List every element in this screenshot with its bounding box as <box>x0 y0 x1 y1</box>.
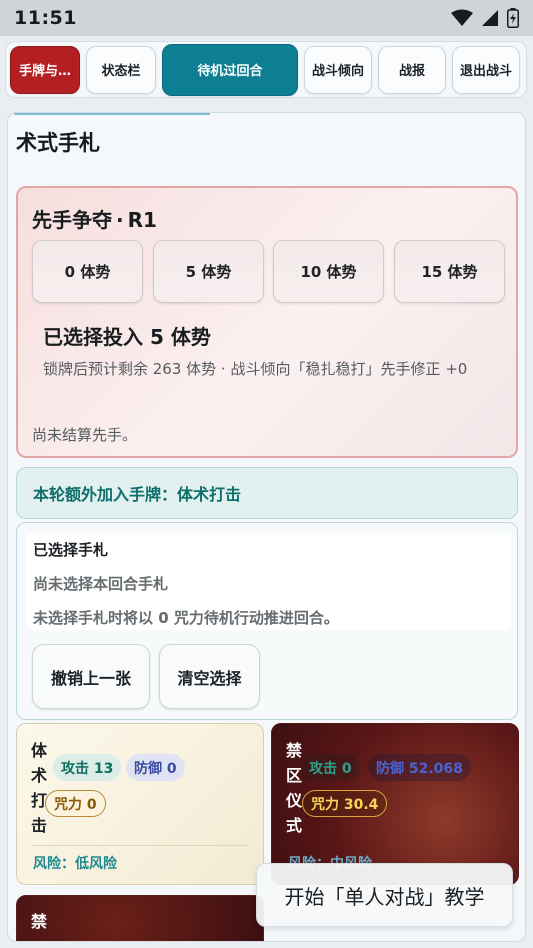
tab-battle-tendency[interactable]: 战斗倾向 <box>304 45 372 94</box>
hand-card[interactable]: 体术打击 攻击 13 防御 0 咒力 0 风险：低风险 <box>16 723 264 885</box>
tab-standby-turn[interactable]: 待机过回合 <box>162 43 298 96</box>
panel-progress-line <box>14 113 210 115</box>
signal-icon <box>482 10 498 26</box>
tab-battle-report[interactable]: 战报 <box>378 45 446 94</box>
tutorial-toast: 开始「单人对战」教学 <box>256 863 513 927</box>
selected-cards-hint: 未选择手札时将以 0 咒力待机行动推进回合。 <box>33 609 339 627</box>
card-name: 体术打击 <box>31 741 48 835</box>
clear-selection-button[interactable]: 清空选择 <box>159 644 260 709</box>
card-name: 禁 <box>31 912 48 931</box>
card-attack-badge: 攻击 0 <box>301 754 360 781</box>
initiative-note: 尚未结算先手。 <box>32 426 138 444</box>
selected-cards-title: 已选择手札 <box>33 541 109 559</box>
selected-cards-box: 已选择手札 尚未选择本回合手札 未选择手札时将以 0 咒力待机行动推进回合。 撤… <box>16 522 518 720</box>
initiative-selected-text: 已选择投入 5 体势 <box>43 325 211 349</box>
extra-hand-notice: 本轮额外加入手牌：体术打击 <box>16 467 518 519</box>
action-tab-bar: 手牌与… 状态栏 待机过回合 战斗倾向 战报 退出战斗 <box>5 41 527 98</box>
tab-hand[interactable]: 手牌与… <box>10 45 80 94</box>
panel-title: 术式手札 <box>16 131 100 155</box>
tab-status[interactable]: 状态栏 <box>86 45 156 94</box>
initiative-title-sep: · <box>116 208 124 232</box>
initiative-option-0[interactable]: 0 体势 <box>32 240 143 303</box>
card-risk: 风险：低风险 <box>33 856 117 872</box>
hand-panel: 术式手札 先手争夺 · R1 0 体势 5 体势 10 体势 15 体势 已选择投入… <box>7 112 526 942</box>
initiative-description: 锁牌后预计剩余 263 体势 · 战斗倾向「稳扎稳打」先手修正 +0 <box>43 360 468 378</box>
selected-cards-info: 已选择手札 尚未选择本回合手札 未选择手札时将以 0 咒力待机行动推进回合。 <box>27 533 511 630</box>
card-defense-badge: 防御 0 <box>126 754 185 781</box>
status-bar: 11:51 <box>0 0 533 36</box>
initiative-round: R1 <box>127 208 157 232</box>
initiative-card: 先手争夺 · R1 0 体势 5 体势 10 体势 15 体势 已选择投入 5 体势… <box>16 186 518 458</box>
card-power-badge: 咒力 0 <box>45 790 106 817</box>
card-divider <box>31 845 249 846</box>
card-attack-badge: 攻击 13 <box>53 754 122 781</box>
wifi-icon <box>451 9 473 26</box>
card-defense-badge: 防御 52.068 <box>368 754 471 781</box>
initiative-title-main: 先手争夺 <box>32 208 112 232</box>
system-icons <box>451 8 519 28</box>
initiative-title: 先手争夺 · R1 <box>32 204 157 233</box>
battery-icon <box>507 8 519 28</box>
card-power-badge: 咒力 30.4 <box>302 790 388 817</box>
initiative-option-10[interactable]: 10 体势 <box>273 240 384 303</box>
tab-exit-battle[interactable]: 退出战斗 <box>452 45 520 94</box>
hand-card-partial[interactable]: 禁 <box>16 895 264 941</box>
initiative-option-15[interactable]: 15 体势 <box>394 240 505 303</box>
hand-card[interactable]: 禁区仪式 攻击 0 防御 52.068 咒力 30.4 风险：中风险 <box>271 723 519 885</box>
initiative-option-5[interactable]: 5 体势 <box>153 240 264 303</box>
undo-last-button[interactable]: 撤销上一张 <box>32 644 150 709</box>
card-name: 禁区仪式 <box>286 741 303 835</box>
status-time: 11:51 <box>14 7 77 29</box>
selected-cards-empty-text: 尚未选择本回合手札 <box>33 575 169 593</box>
